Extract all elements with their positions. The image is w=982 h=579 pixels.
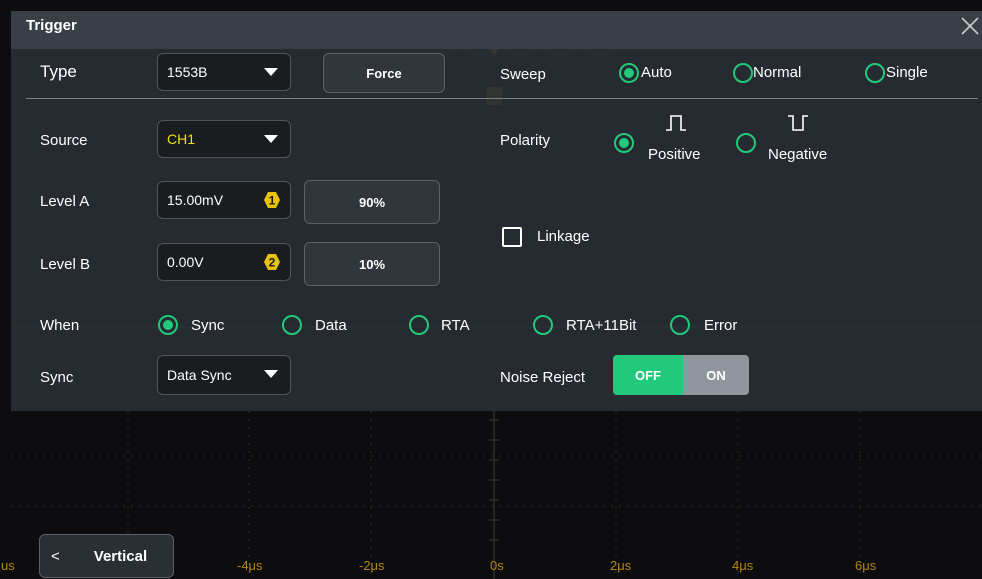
source-label: Source bbox=[40, 132, 88, 149]
chevron-left-icon: < bbox=[51, 547, 60, 565]
when-sync-label: Sync bbox=[191, 317, 225, 334]
linkage-label: Linkage bbox=[537, 228, 590, 245]
time-tick-4: 4μs bbox=[732, 558, 754, 573]
sync-value: Data Sync bbox=[167, 367, 232, 383]
type-select[interactable]: 1553B bbox=[157, 53, 291, 91]
polarity-negative-label: Negative bbox=[768, 146, 828, 163]
when-rta11bit-radio[interactable] bbox=[533, 315, 553, 335]
when-label: When bbox=[40, 317, 80, 334]
sweep-label: Sweep bbox=[500, 66, 546, 83]
when-data-radio[interactable] bbox=[282, 315, 302, 335]
panel-title: Trigger bbox=[26, 17, 77, 34]
level-b-preset-label: 10% bbox=[358, 256, 386, 272]
level-b-value: 0.00V bbox=[167, 254, 204, 270]
divider bbox=[26, 98, 978, 99]
noise-reject-label: Noise Reject bbox=[500, 369, 586, 386]
trigger-title-bar bbox=[11, 11, 982, 49]
time-tick-edge: us bbox=[1, 558, 15, 573]
noise-reject-off[interactable]: OFF bbox=[613, 355, 683, 395]
caret-down-icon bbox=[264, 135, 278, 143]
sweep-normal-radio[interactable] bbox=[733, 63, 753, 83]
polarity-negative-radio[interactable] bbox=[736, 133, 756, 153]
when-sync-radio[interactable] bbox=[158, 315, 178, 335]
close-icon[interactable] bbox=[958, 14, 982, 38]
time-tick-minus2: -2μs bbox=[359, 558, 385, 573]
sweep-single-label: Single bbox=[886, 64, 928, 81]
polarity-positive-radio[interactable] bbox=[614, 133, 634, 153]
when-rta-label: RTA bbox=[441, 317, 470, 334]
noise-reject-on[interactable]: ON bbox=[683, 355, 749, 395]
level-a-badge-text: 1 bbox=[269, 194, 276, 208]
sweep-auto-label: Auto bbox=[641, 64, 672, 81]
level-a-preset-button[interactable]: 90% bbox=[304, 180, 440, 224]
caret-down-icon bbox=[264, 68, 278, 76]
level-a-value: 15.00mV bbox=[167, 192, 224, 208]
force-label: Force bbox=[366, 65, 402, 81]
source-value: CH1 bbox=[167, 131, 196, 147]
when-error-radio[interactable] bbox=[670, 315, 690, 335]
level-b-label: Level B bbox=[40, 256, 91, 273]
time-tick-zero: 0s bbox=[490, 558, 504, 573]
polarity-label: Polarity bbox=[500, 132, 551, 149]
time-tick-2: 2μs bbox=[610, 558, 632, 573]
level-a-badge-icon: 1 bbox=[264, 192, 280, 208]
sync-select[interactable]: Data Sync bbox=[157, 355, 291, 395]
force-button[interactable]: Force bbox=[323, 53, 445, 93]
time-tick-minus4: -4μs bbox=[237, 558, 263, 573]
vertical-label: Vertical bbox=[93, 547, 148, 565]
when-data-label: Data bbox=[315, 317, 347, 334]
when-error-label: Error bbox=[704, 317, 738, 334]
linkage-checkbox[interactable] bbox=[502, 227, 522, 247]
type-value: 1553B bbox=[167, 64, 208, 80]
type-label: Type bbox=[40, 62, 77, 81]
noise-reject-on-label: ON bbox=[706, 367, 726, 383]
sweep-single-radio[interactable] bbox=[865, 63, 885, 83]
when-rta-radio[interactable] bbox=[409, 315, 429, 335]
caret-down-icon bbox=[264, 370, 278, 378]
negative-pulse-icon bbox=[788, 115, 808, 131]
level-a-preset-label: 90% bbox=[358, 194, 386, 210]
noise-reject-toggle[interactable]: OFF ON bbox=[613, 355, 749, 395]
sync-label: Sync bbox=[40, 369, 74, 386]
polarity-positive-label: Positive bbox=[648, 146, 701, 163]
sweep-normal-label: Normal bbox=[753, 64, 802, 81]
sweep-auto-radio[interactable] bbox=[619, 63, 639, 83]
level-a-label: Level A bbox=[40, 193, 90, 210]
source-select[interactable]: CH1 bbox=[157, 120, 291, 158]
level-b-preset-button[interactable]: 10% bbox=[304, 242, 440, 286]
when-rta11bit-label: RTA+11Bit bbox=[566, 317, 637, 334]
noise-reject-off-label: OFF bbox=[635, 367, 661, 383]
level-b-badge-text: 2 bbox=[269, 256, 276, 270]
vertical-button[interactable]: < Vertical bbox=[39, 534, 174, 578]
time-tick-6: 6μs bbox=[855, 558, 877, 573]
positive-pulse-icon bbox=[666, 115, 686, 131]
level-b-badge-icon: 2 bbox=[264, 254, 280, 270]
